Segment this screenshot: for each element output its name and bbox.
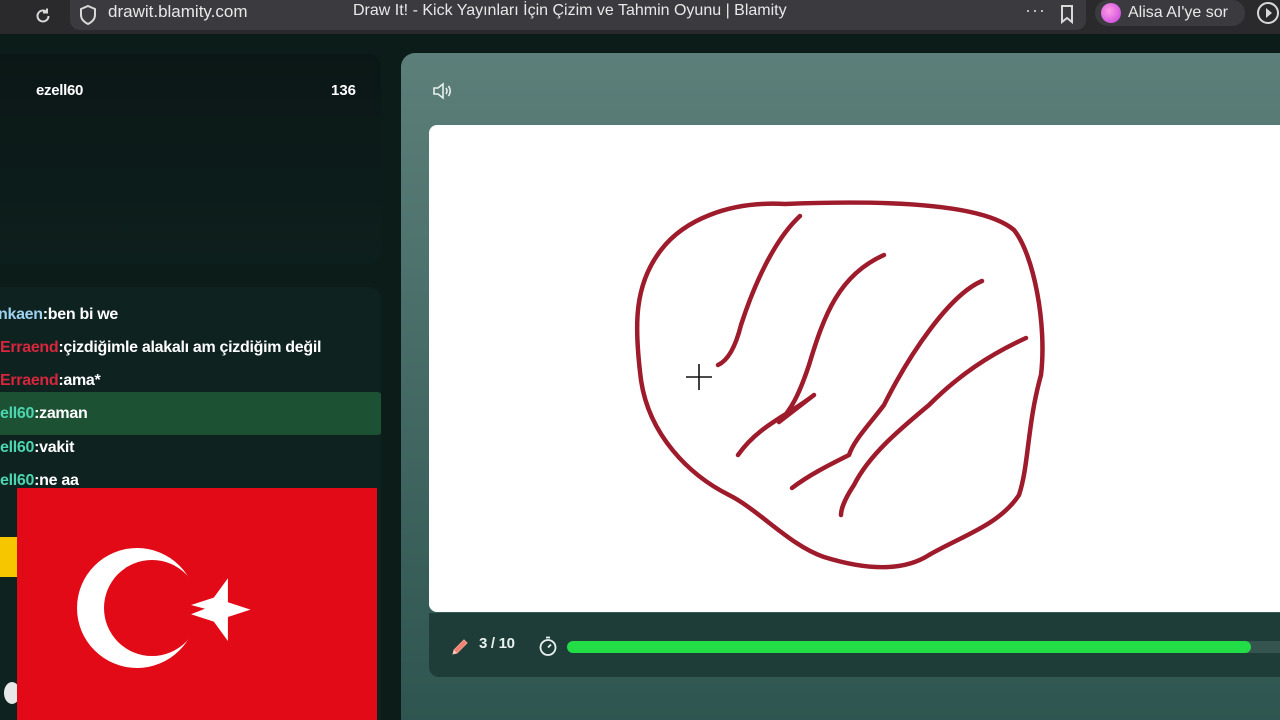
chat-message: Erraend:çizdiğimle alakalı am çizdiğim d…: [0, 331, 381, 364]
browser-toolbar: drawit.blamity.com Draw It! - Kick Yayın…: [0, 0, 1280, 34]
game-panel: 3 / 10: [401, 53, 1280, 720]
round-status-bar: 3 / 10: [429, 613, 1280, 677]
chat-message: nkaen:ben bi we: [0, 298, 381, 331]
drawing-canvas[interactable]: [429, 125, 1280, 612]
url-text[interactable]: drawit.blamity.com: [108, 2, 248, 22]
leaderboard-panel: ezell60 136: [0, 54, 381, 264]
chat-username: ell60: [0, 404, 35, 422]
alisa-ai-button[interactable]: Alisa AI'ye sor: [1095, 0, 1245, 26]
player-name: ezell60: [36, 82, 84, 99]
alisa-logo-icon: [1101, 3, 1121, 23]
chat-text: :ama*: [58, 371, 101, 389]
pencil-icon: [449, 636, 471, 658]
drawing-strokes: [634, 200, 1045, 570]
crosshair-cursor-icon: [683, 361, 715, 393]
chat-username: ell60: [0, 471, 35, 489]
alisa-label: Alisa AI'ye sor: [1128, 4, 1228, 21]
media-play-icon[interactable]: [1256, 1, 1280, 25]
address-bar[interactable]: drawit.blamity.com Draw It! - Kick Yayın…: [70, 0, 1086, 30]
chat-text: :zaman: [34, 404, 88, 422]
chat-text: :ne aa: [34, 471, 79, 489]
chat-message: ell60:vakit: [0, 431, 381, 464]
more-menu-icon[interactable]: ···: [1025, 0, 1046, 21]
round-counter: 3 / 10: [479, 635, 515, 652]
page-title: Draw It! - Kick Yayınları İçin Çizim ve …: [353, 2, 787, 19]
speaker-icon[interactable]: [431, 81, 453, 101]
chat-text: :vakit: [34, 438, 75, 456]
player-score: 136: [331, 82, 357, 99]
chat-username: ell60: [0, 438, 35, 456]
timer-progress-fill: [567, 641, 1251, 653]
chat-text: :ben bi we: [42, 305, 119, 323]
chat-username: Erraend: [0, 371, 59, 389]
timer-progress-track: [567, 641, 1280, 653]
chat-text: :çizdiğimle alakalı am çizdiğim değil: [58, 338, 322, 356]
reload-icon[interactable]: [30, 3, 56, 29]
chat-username: Erraend: [0, 338, 59, 356]
stopwatch-icon: [537, 635, 559, 657]
turkey-flag-overlay: [17, 488, 377, 720]
bookmark-icon[interactable]: [1056, 3, 1078, 25]
chat-message-highlighted: ell60:zaman: [0, 392, 381, 435]
chat-username: nkaen: [0, 305, 43, 323]
shield-icon: [78, 4, 98, 26]
